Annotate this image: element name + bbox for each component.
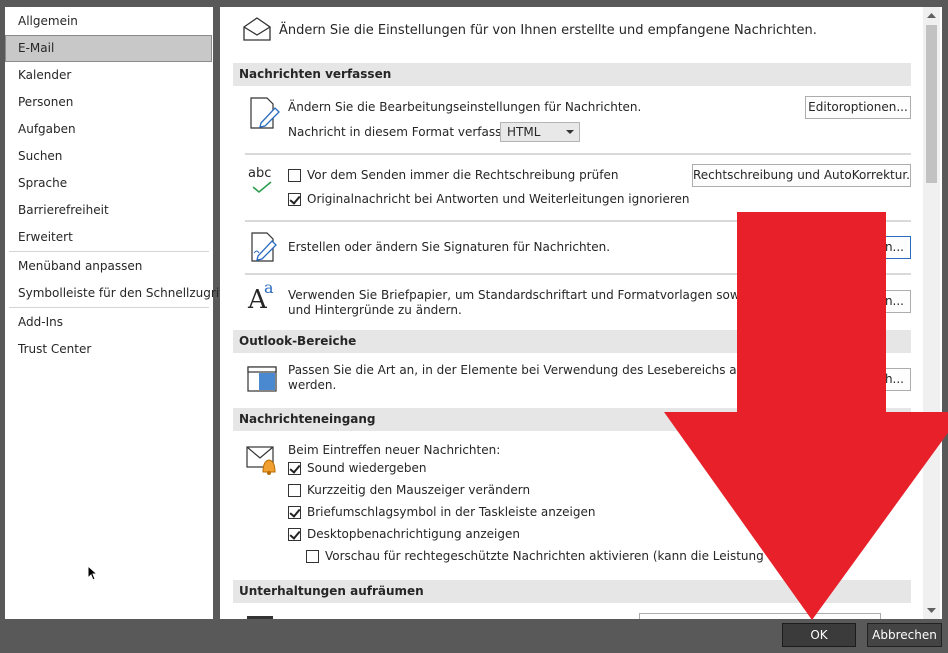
- sound-checkbox[interactable]: [288, 462, 301, 475]
- arrival-intro: Beim Eintreffen neuer Nachrichten:: [288, 443, 501, 457]
- sidebar-item-addins[interactable]: Add-Ins: [5, 309, 212, 336]
- vertical-scrollbar[interactable]: [923, 7, 940, 619]
- sidebar-item-sprache[interactable]: Sprache: [5, 170, 212, 197]
- sound-label: Sound wiedergeben: [307, 461, 427, 475]
- divider: [245, 273, 911, 275]
- scroll-up-button[interactable]: [923, 7, 940, 24]
- envelope-bell-icon: [246, 446, 276, 475]
- sidebar-nav: Allgemein E-Mail Kalender Personen Aufga…: [5, 7, 227, 619]
- sidebar-item-trust-center[interactable]: Trust Center: [5, 336, 212, 363]
- sidebar-divider: [9, 307, 209, 308]
- scroll-thumb[interactable]: [926, 25, 937, 183]
- envelope-open-icon: [243, 17, 271, 41]
- sidebar-item-menueband[interactable]: Menüband anpassen: [5, 253, 212, 280]
- desktop-alert-checkbox[interactable]: [288, 528, 301, 541]
- stationery-fonts-button[interactable]: n...: [834, 290, 911, 313]
- ignore-original-checkbox[interactable]: [288, 193, 301, 206]
- sidebar-item-personen[interactable]: Personen: [5, 89, 212, 116]
- signature-icon: [251, 232, 277, 262]
- mouse-pointer-checkbox[interactable]: [288, 484, 301, 497]
- mouse-cursor-icon: [87, 565, 97, 581]
- sidebar-item-barrierefreiheit[interactable]: Barrierefreiheit: [5, 197, 212, 224]
- taskbar-envelope-label: Briefumschlagsymbol in der Taskleiste an…: [307, 505, 596, 519]
- desktop-alert-label: Desktopbenachrichtigung anzeigen: [307, 527, 520, 541]
- format-select[interactable]: HTML: [500, 122, 580, 142]
- chevron-down-icon: [566, 130, 574, 134]
- sidebar-item-erweitert[interactable]: Erweitert: [5, 224, 212, 251]
- rights-preview-checkbox[interactable]: [306, 550, 319, 563]
- reading-pane-description-line1: Passen Sie die Art an, in der Elemente b…: [288, 363, 813, 377]
- editor-options-button[interactable]: Editoroptionen...: [805, 96, 911, 119]
- cancel-button[interactable]: Abbrechen: [867, 623, 942, 647]
- format-label: Nachricht in diesem Format verfassen:: [288, 125, 521, 139]
- scroll-down-button[interactable]: [923, 602, 940, 619]
- format-select-value: HTML: [507, 125, 541, 139]
- reading-pane-description-line2: werden.: [288, 378, 337, 392]
- spell-check-checkbox[interactable]: [288, 169, 301, 182]
- divider: [245, 153, 911, 155]
- signatures-button[interactable]: n...: [834, 236, 911, 259]
- spelling-autocorrect-button[interactable]: Rechtschreibung und AutoKorrektur...: [692, 164, 911, 187]
- section-heading-arrival: Nachrichteneingang: [233, 408, 911, 431]
- sidebar-item-aufgaben[interactable]: Aufgaben: [5, 116, 212, 143]
- taskbar-envelope-checkbox[interactable]: [288, 506, 301, 519]
- reading-pane-icon: [247, 366, 277, 392]
- sidebar-item-allgemein[interactable]: Allgemein: [5, 8, 212, 35]
- stationery-description-line2: und Hintergründe zu ändern.: [288, 303, 462, 317]
- section-heading-compose: Nachrichten verfassen: [233, 63, 911, 86]
- chevron-up-icon: [927, 13, 936, 18]
- stationery-description-line1: Verwenden Sie Briefpapier, um Standardsc…: [288, 288, 795, 302]
- sidebar-divider: [9, 251, 209, 252]
- mouse-pointer-label: Kurzzeitig den Mauszeiger verändern: [307, 483, 531, 497]
- editor-description: Ändern Sie die Bearbeitungseinstellungen…: [288, 100, 642, 114]
- divider: [245, 220, 911, 222]
- sidebar-item-suchen[interactable]: Suchen: [5, 143, 212, 170]
- sidebar-item-email[interactable]: E-Mail: [5, 35, 212, 62]
- section-heading-cleanup: Unterhaltungen aufräumen: [233, 580, 911, 603]
- section-heading-panes: Outlook-Bereiche: [233, 330, 911, 353]
- spell-check-label: Vor dem Senden immer die Rechtschreibung…: [307, 168, 619, 182]
- sidebar-item-schnellzugriff[interactable]: Symbolleiste für den Schnellzugriff: [5, 280, 227, 307]
- signature-description: Erstellen oder ändern Sie Signaturen für…: [288, 240, 611, 254]
- checkmark-icon: [252, 181, 272, 194]
- sidebar-item-kalender[interactable]: Kalender: [5, 62, 212, 89]
- rights-preview-label: Vorschau für rechtegeschützte Nachrichte…: [325, 549, 833, 563]
- chevron-down-icon: [927, 608, 936, 613]
- ignore-original-label: Originalnachricht bei Antworten und Weit…: [307, 192, 690, 206]
- spelling-abc-icon: abc: [248, 166, 272, 181]
- ok-button[interactable]: OK: [782, 623, 856, 647]
- email-options-panel: Ändern Sie die Einstellungen für von Ihn…: [220, 7, 942, 619]
- stationery-font-small-icon: a: [264, 278, 274, 297]
- edit-document-icon: [250, 97, 280, 129]
- dialog-footer: OK Abbrechen: [0, 619, 948, 653]
- page-description: Ändern Sie die Einstellungen für von Ihn…: [279, 23, 817, 38]
- reading-pane-button[interactable]: h...: [834, 368, 911, 391]
